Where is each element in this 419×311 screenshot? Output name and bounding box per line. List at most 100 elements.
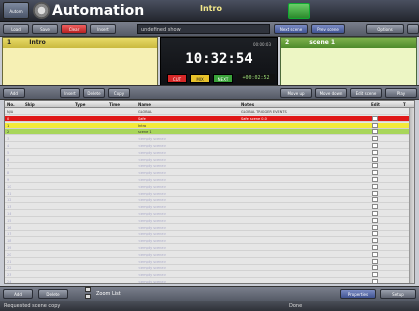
options-button[interactable]: Options	[366, 24, 404, 34]
edit-checkbox[interactable]	[372, 265, 378, 271]
table-row[interactable]: 4 <empty scene>	[5, 143, 414, 149]
gear-icon[interactable]	[33, 2, 50, 19]
col-no[interactable]: No.	[7, 101, 15, 108]
col-skip[interactable]: Skip	[25, 101, 35, 108]
edit-checkbox[interactable]	[372, 190, 378, 196]
row-name: <empty scene>	[138, 191, 167, 196]
play-button[interactable]: Play	[385, 88, 417, 98]
col-name[interactable]: Name	[138, 101, 151, 108]
zoom-icon[interactable]	[85, 287, 91, 299]
next-scene-number: 2	[285, 39, 290, 46]
edit-checkbox[interactable]	[372, 224, 378, 230]
move-up-button[interactable]: Move up	[280, 88, 312, 98]
edit-checkbox[interactable]	[372, 245, 378, 250]
cut-button[interactable]: CUT	[167, 74, 187, 83]
table-row[interactable]: 16 <empty scene>	[5, 224, 414, 231]
table-row[interactable]: 15 <empty scene>	[5, 217, 414, 224]
table-row[interactable]: 21 <empty scene>	[5, 258, 414, 265]
edit-checkbox[interactable]	[372, 156, 378, 162]
table-row[interactable]: 14 <empty scene>	[5, 211, 414, 217]
edit-checkbox[interactable]	[372, 136, 378, 142]
edit-checkbox[interactable]	[372, 238, 378, 244]
mix-button[interactable]: MIX	[190, 74, 210, 83]
row-number: 24	[7, 280, 12, 284]
edit-checkbox[interactable]	[372, 217, 378, 223]
insert-row-button[interactable]: Insert	[60, 88, 80, 98]
table-row[interactable]: 9 <empty scene>	[5, 177, 414, 183]
row-name: <empty scene>	[138, 280, 167, 284]
table-row[interactable]: 7 <empty scene>	[5, 163, 414, 170]
edit-checkbox[interactable]	[372, 197, 378, 203]
next-scene-button[interactable]: Next scene	[274, 24, 308, 34]
table-row[interactable]: 1 Intro	[5, 122, 414, 129]
row-number: 20	[7, 252, 12, 257]
setup-button[interactable]: Setup	[380, 289, 416, 299]
edit-checkbox[interactable]	[372, 149, 378, 155]
row-number: 19	[7, 246, 12, 250]
row-number: 5	[7, 150, 10, 155]
row-name: <empty scene>	[138, 184, 167, 189]
table-row[interactable]: 8 <empty scene>	[5, 170, 414, 177]
delete-row-button[interactable]: Delete	[83, 88, 105, 98]
row-notes: Safe scene 0.0	[241, 116, 267, 121]
edit-checkbox[interactable]	[372, 183, 378, 189]
table-row[interactable]: 22 <empty scene>	[5, 265, 414, 272]
elapsed-label: 00:00:03	[253, 42, 271, 47]
overflow-button[interactable]	[407, 24, 419, 34]
prev-scene-button[interactable]: Prev scene	[311, 24, 345, 34]
edit-checkbox[interactable]	[372, 231, 378, 237]
properties-button[interactable]: Properties	[340, 289, 376, 299]
add-row-button[interactable]: Add	[3, 88, 25, 98]
edit-checkbox[interactable]	[372, 272, 378, 278]
clear-button[interactable]: Clear	[61, 24, 87, 34]
row-name: <empty scene>	[138, 144, 167, 148]
app-logo-button[interactable]: Autom	[3, 2, 29, 19]
zoom-list-label[interactable]: Zoom List	[96, 289, 121, 299]
table-row[interactable]: 6 <empty scene>	[5, 156, 414, 163]
table-row[interactable]: 3 <empty scene>	[5, 136, 414, 143]
load-button[interactable]: Load	[3, 24, 29, 34]
col-edit[interactable]: Edit	[371, 101, 380, 108]
edit-checkbox[interactable]	[372, 279, 378, 283]
copy-row-button[interactable]: Copy	[108, 88, 130, 98]
edit-checkbox[interactable]	[372, 115, 378, 121]
col-type[interactable]: Type	[75, 101, 85, 108]
col-time[interactable]: Time	[109, 101, 120, 108]
edit-checkbox[interactable]	[372, 122, 378, 128]
monitor-icon[interactable]	[288, 3, 310, 19]
table-row[interactable]: 24 <empty scene>	[5, 279, 414, 284]
edit-checkbox[interactable]	[372, 143, 378, 148]
edit-checkbox[interactable]	[372, 204, 378, 210]
edit-checkbox[interactable]	[372, 211, 378, 216]
table-row[interactable]: 10 <empty scene>	[5, 183, 414, 190]
table-row[interactable]: 23 <empty scene>	[5, 272, 414, 279]
bottom-add-button[interactable]: Add	[3, 289, 33, 299]
table-row[interactable]: N/A GLOBAL GLOBAL TRIGGER EVENTS	[5, 109, 414, 115]
col-t[interactable]: T	[403, 101, 406, 108]
table-row[interactable]: 18 <empty scene>	[5, 238, 414, 245]
table-row[interactable]: 0 Safe Safe scene 0.0	[5, 115, 414, 122]
next-button[interactable]: NEXT	[213, 74, 233, 83]
edit-checkbox[interactable]	[372, 251, 378, 257]
table-row[interactable]: 17 <empty scene>	[5, 231, 414, 238]
table-row[interactable]: 20 <empty scene>	[5, 251, 414, 258]
edit-checkbox[interactable]	[372, 177, 378, 182]
show-name-field[interactable]: undefined show	[137, 24, 270, 34]
edit-checkbox[interactable]	[372, 163, 378, 169]
bottom-delete-button[interactable]: Delete	[38, 289, 68, 299]
save-button[interactable]: Save	[32, 24, 58, 34]
insert-button[interactable]: Insert	[90, 24, 116, 34]
edit-checkbox[interactable]	[372, 129, 378, 135]
move-down-button[interactable]: Move down	[315, 88, 347, 98]
table-row[interactable]: 5 <empty scene>	[5, 149, 414, 156]
table-row[interactable]: 13 <empty scene>	[5, 204, 414, 211]
edit-checkbox[interactable]	[372, 258, 378, 264]
edit-checkbox[interactable]	[372, 170, 378, 176]
table-row[interactable]: 2 scene 1	[5, 129, 414, 136]
table-row[interactable]: 12 <empty scene>	[5, 197, 414, 204]
table-row[interactable]: 19 <empty scene>	[5, 245, 414, 251]
edit-scene-button[interactable]: Edit scene	[350, 88, 382, 98]
table-row[interactable]: 11 <empty scene>	[5, 190, 414, 197]
col-notes[interactable]: Notes	[241, 101, 254, 108]
table-scrollbar[interactable]	[409, 108, 414, 283]
